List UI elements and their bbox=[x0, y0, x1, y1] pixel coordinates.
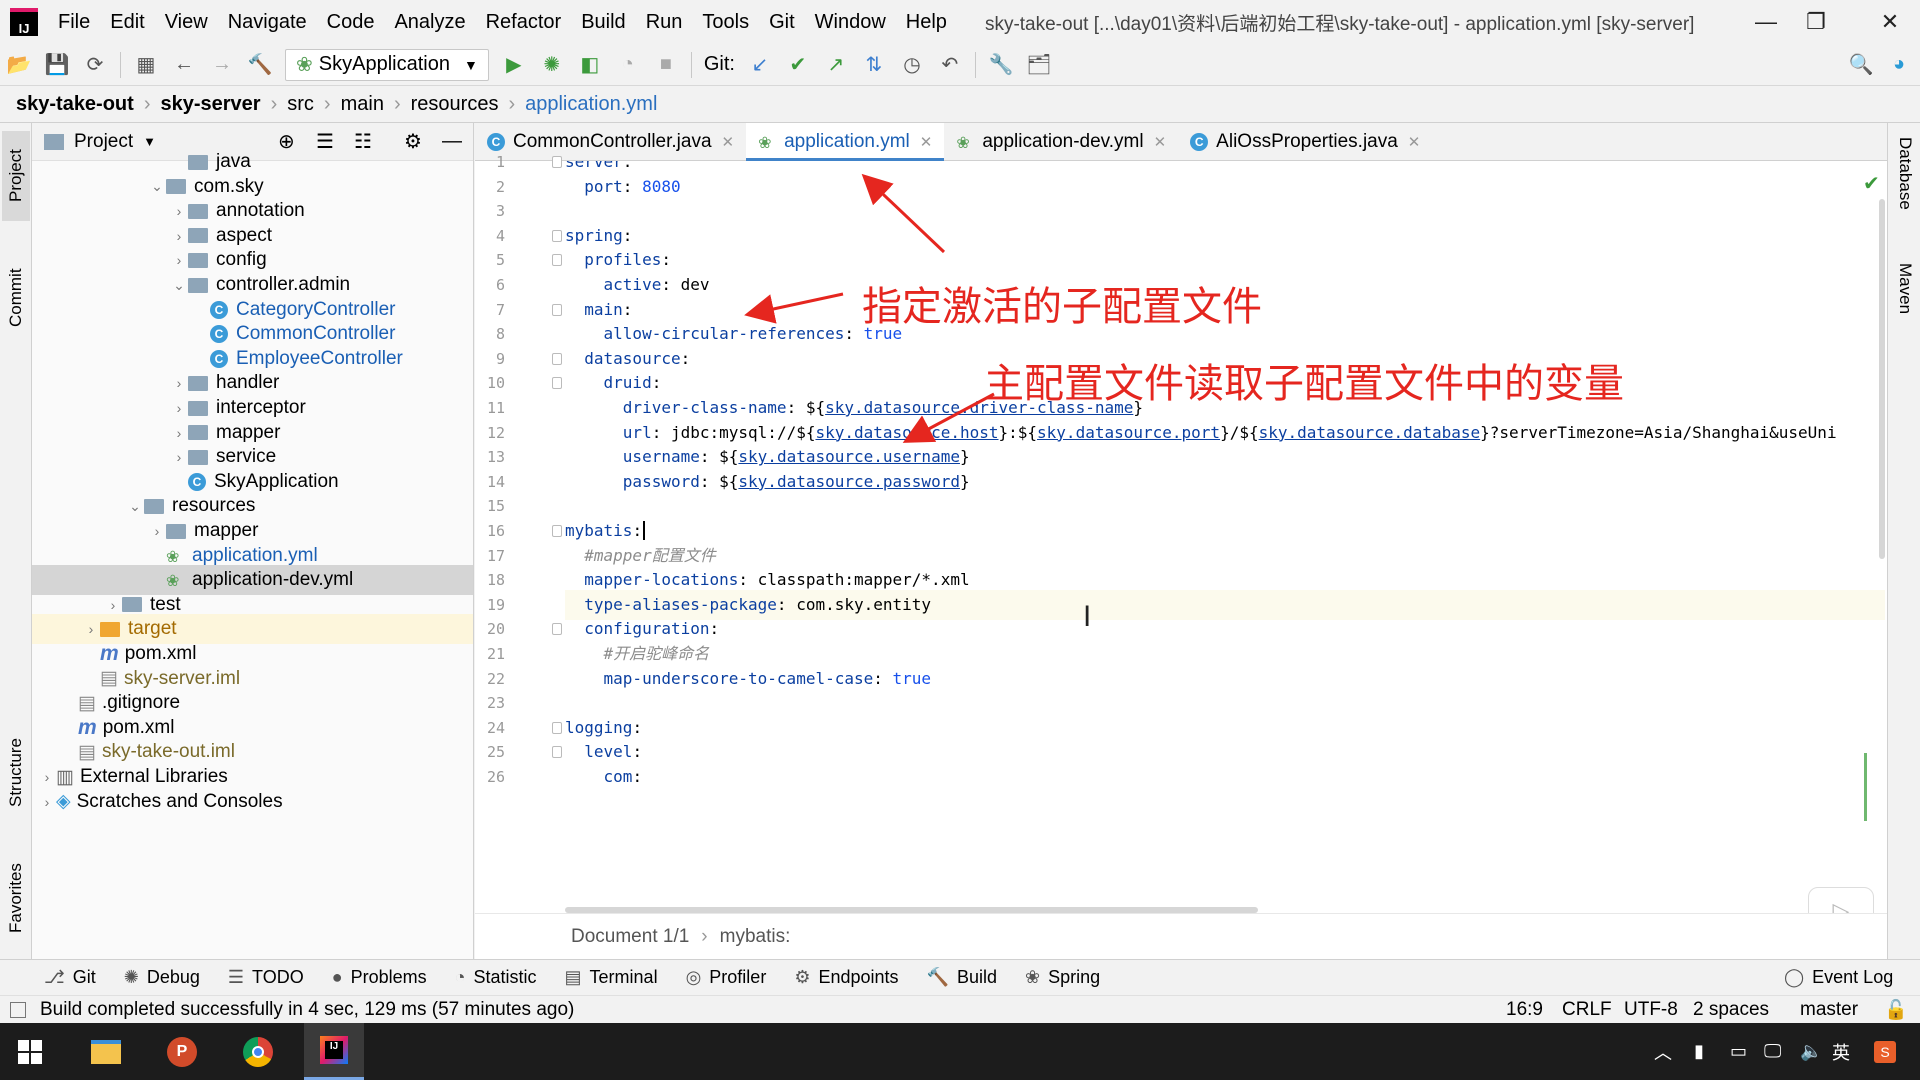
powerpoint-icon[interactable]: P bbox=[152, 1023, 212, 1080]
statistic-icon: ◔ bbox=[454, 967, 466, 987]
right-tool-strip: Database Maven bbox=[1887, 123, 1920, 959]
tool-window-label: Problems bbox=[350, 967, 427, 987]
profiler-icon: ◎ bbox=[685, 967, 702, 987]
windows-start-icon[interactable] bbox=[0, 1023, 60, 1080]
tool-window-label: Terminal bbox=[589, 967, 658, 987]
debug-icon: ✺ bbox=[123, 967, 139, 987]
endpoints-icon: ⚙ bbox=[794, 967, 811, 987]
notification-icon[interactable]: S bbox=[1874, 1040, 1896, 1063]
tool-window-terminal[interactable]: ▤ Terminal bbox=[551, 967, 672, 988]
tool-window-endpoints[interactable]: ⚙ Endpoints bbox=[780, 967, 912, 988]
status-encoding[interactable]: UTF-8 bbox=[1624, 999, 1678, 1021]
tray-battery-icon[interactable]: ▭ bbox=[1730, 1041, 1747, 1062]
tool-window-label: Debug bbox=[146, 967, 200, 987]
tool-window-label: Git bbox=[72, 967, 96, 987]
file-explorer-icon[interactable] bbox=[76, 1023, 136, 1080]
event-log-icon: ◯ bbox=[1784, 967, 1805, 987]
arrow-to-tab bbox=[861, 173, 946, 254]
tray-usb-icon[interactable]: ▮ bbox=[1694, 1041, 1704, 1062]
tool-window-todo[interactable]: ☰ TODO bbox=[214, 967, 318, 988]
tool-window-label: Profiler bbox=[709, 967, 767, 987]
status-toggle-icon[interactable] bbox=[10, 1001, 26, 1018]
status-indent[interactable]: 2 spaces bbox=[1693, 999, 1769, 1021]
status-bar: Build completed successfully in 4 sec, 1… bbox=[0, 995, 1920, 1023]
event-log-button[interactable]: ◯ Event Log bbox=[1770, 967, 1907, 988]
tray-up-icon[interactable]: ︿ bbox=[1654, 1039, 1672, 1065]
tool-window-label: Endpoints bbox=[818, 967, 899, 987]
event-log-label: Event Log bbox=[1812, 967, 1894, 987]
todo-icon: ☰ bbox=[227, 967, 245, 987]
tool-window-problems[interactable]: ● Problems bbox=[318, 967, 441, 988]
tool-window-build[interactable]: 🔨 Build bbox=[913, 967, 1011, 988]
lock-icon[interactable]: 🔓 bbox=[1884, 998, 1908, 1022]
problems-icon: ● bbox=[331, 967, 343, 987]
bottom-tool-bar: ⎇ Git ✺ Debug ☰ TODO ● Problems ◔ Statistic ▤ Termi… bbox=[0, 959, 1920, 995]
git-icon: ⎇ bbox=[44, 967, 65, 987]
ime-indicator[interactable]: 英 bbox=[1832, 1039, 1850, 1065]
tool-window-profiler[interactable]: ◎ Profiler bbox=[672, 967, 781, 988]
tool-window-spring[interactable]: ❀ Spring bbox=[1011, 967, 1114, 988]
tool-window-label: TODO bbox=[252, 967, 304, 987]
tool-window-statistic[interactable]: ◔ Statistic bbox=[441, 967, 551, 988]
arrow-to-datasource bbox=[902, 392, 995, 443]
spring-icon: ❀ bbox=[1024, 967, 1041, 987]
annotation-arrows bbox=[744, 173, 995, 443]
status-branch[interactable]: master bbox=[1800, 999, 1858, 1021]
terminal-icon: ▤ bbox=[564, 967, 582, 987]
tray-volume-icon[interactable]: 🔈 bbox=[1800, 1041, 1822, 1062]
tool-window-label: Build bbox=[956, 967, 997, 987]
status-line-separator[interactable]: CRLF bbox=[1562, 999, 1612, 1021]
status-position[interactable]: 16:9 bbox=[1506, 999, 1543, 1021]
tab-database[interactable]: Database bbox=[1892, 137, 1918, 257]
build-icon: 🔨 bbox=[926, 967, 949, 987]
tool-window-git[interactable]: ⎇ Git bbox=[30, 967, 110, 988]
tool-window-label: Spring bbox=[1048, 967, 1101, 987]
arrow-to-active bbox=[744, 292, 844, 324]
intellij-taskbar-icon[interactable]: IJ bbox=[304, 1023, 364, 1080]
windows-taskbar: P IJ ︿ ▮ ▭ 🖵 🔈 英 S bbox=[0, 1023, 1920, 1080]
tool-window-debug[interactable]: ✺ Debug bbox=[110, 967, 214, 988]
tool-window-label: Statistic bbox=[473, 967, 537, 987]
status-message[interactable]: Build completed successfully in 4 sec, 1… bbox=[40, 999, 574, 1021]
tray-network-icon[interactable]: 🖵 bbox=[1764, 1041, 1781, 1062]
tab-maven[interactable]: Maven bbox=[1892, 263, 1918, 383]
chrome-icon[interactable] bbox=[228, 1023, 288, 1080]
